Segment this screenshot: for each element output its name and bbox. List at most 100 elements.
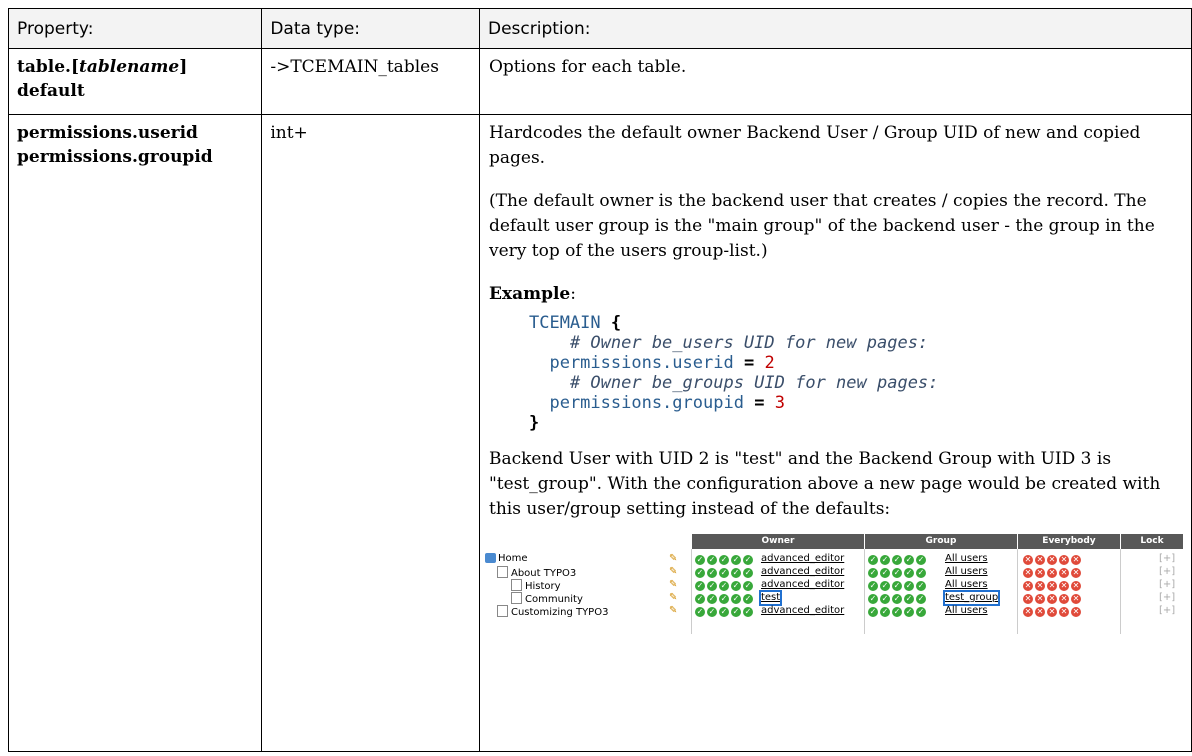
check-icon[interactable]: ✓ <box>706 581 717 591</box>
check-icon[interactable]: ✓ <box>742 555 753 565</box>
edit-pencil-icon[interactable]: ✎ <box>669 592 677 604</box>
check-icon[interactable]: ✓ <box>694 568 705 578</box>
edit-pencil-icon[interactable]: ✎ <box>669 566 677 578</box>
owner-link[interactable]: advanced_editor <box>761 579 844 591</box>
cross-icon[interactable]: ✕ <box>1058 581 1069 591</box>
owner-permissions[interactable]: ✓ ✓ ✓ ✓ ✓ <box>694 566 755 578</box>
cross-icon[interactable]: ✕ <box>1022 594 1033 604</box>
cross-icon[interactable]: ✕ <box>1070 581 1081 591</box>
lock-toggle[interactable]: [+] <box>1159 566 1175 578</box>
cross-icon[interactable]: ✕ <box>1058 568 1069 578</box>
check-icon[interactable]: ✓ <box>903 555 914 565</box>
check-icon[interactable]: ✓ <box>706 568 717 578</box>
everybody-permissions[interactable]: ✕ ✕ ✕ ✕ ✕ <box>1022 592 1083 604</box>
page-title[interactable]: Home <box>484 553 528 565</box>
check-icon[interactable]: ✓ <box>742 568 753 578</box>
check-icon[interactable]: ✓ <box>891 568 902 578</box>
group-link[interactable]: test_group <box>942 590 1001 606</box>
check-icon[interactable]: ✓ <box>742 607 753 617</box>
group-permissions[interactable]: ✓ ✓ ✓ ✓ ✓ <box>867 579 928 591</box>
edit-pencil-icon[interactable]: ✎ <box>669 553 677 565</box>
lock-toggle[interactable]: [+] <box>1159 592 1175 604</box>
everybody-permissions[interactable]: ✕ ✕ ✕ ✕ ✕ <box>1022 605 1083 617</box>
check-icon[interactable]: ✓ <box>879 568 890 578</box>
check-icon[interactable]: ✓ <box>903 594 914 604</box>
check-icon[interactable]: ✓ <box>694 607 705 617</box>
check-icon[interactable]: ✓ <box>915 594 926 604</box>
group-permissions[interactable]: ✓ ✓ ✓ ✓ ✓ <box>867 553 928 565</box>
page-title[interactable]: History <box>510 579 561 593</box>
cross-icon[interactable]: ✕ <box>1058 607 1069 617</box>
cross-icon[interactable]: ✕ <box>1022 555 1033 565</box>
group-permissions[interactable]: ✓ ✓ ✓ ✓ ✓ <box>867 605 928 617</box>
check-icon[interactable]: ✓ <box>706 555 717 565</box>
check-icon[interactable]: ✓ <box>867 555 878 565</box>
everybody-permissions[interactable]: ✕ ✕ ✕ ✕ ✕ <box>1022 579 1083 591</box>
cross-icon[interactable]: ✕ <box>1070 555 1081 565</box>
check-icon[interactable]: ✓ <box>730 568 741 578</box>
cross-icon[interactable]: ✕ <box>1034 581 1045 591</box>
cross-icon[interactable]: ✕ <box>1070 607 1081 617</box>
owner-link[interactable]: advanced_editor <box>761 605 844 617</box>
check-icon[interactable]: ✓ <box>718 594 729 604</box>
cross-icon[interactable]: ✕ <box>1046 555 1057 565</box>
everybody-permissions[interactable]: ✕ ✕ ✕ ✕ ✕ <box>1022 553 1083 565</box>
cross-icon[interactable]: ✕ <box>1034 555 1045 565</box>
check-icon[interactable]: ✓ <box>706 594 717 604</box>
check-icon[interactable]: ✓ <box>891 581 902 591</box>
lock-toggle[interactable]: [+] <box>1159 553 1175 565</box>
cross-icon[interactable]: ✕ <box>1022 568 1033 578</box>
cross-icon[interactable]: ✕ <box>1034 568 1045 578</box>
check-icon[interactable]: ✓ <box>706 607 717 617</box>
check-icon[interactable]: ✓ <box>903 581 914 591</box>
check-icon[interactable]: ✓ <box>915 568 926 578</box>
cross-icon[interactable]: ✕ <box>1070 568 1081 578</box>
owner-permissions[interactable]: ✓ ✓ ✓ ✓ ✓ <box>694 553 755 565</box>
lock-toggle[interactable]: [+] <box>1159 579 1175 591</box>
check-icon[interactable]: ✓ <box>694 555 705 565</box>
check-icon[interactable]: ✓ <box>730 555 741 565</box>
owner-link[interactable]: test <box>758 590 783 606</box>
check-icon[interactable]: ✓ <box>718 568 729 578</box>
cross-icon[interactable]: ✕ <box>1058 594 1069 604</box>
cross-icon[interactable]: ✕ <box>1046 568 1057 578</box>
check-icon[interactable]: ✓ <box>867 594 878 604</box>
owner-permissions[interactable]: ✓ ✓ ✓ ✓ ✓ <box>694 592 755 604</box>
cross-icon[interactable]: ✕ <box>1046 581 1057 591</box>
check-icon[interactable]: ✓ <box>730 581 741 591</box>
cross-icon[interactable]: ✕ <box>1034 607 1045 617</box>
cross-icon[interactable]: ✕ <box>1046 594 1057 604</box>
owner-link[interactable]: advanced_editor <box>761 566 844 578</box>
check-icon[interactable]: ✓ <box>891 594 902 604</box>
check-icon[interactable]: ✓ <box>903 568 914 578</box>
check-icon[interactable]: ✓ <box>730 594 741 604</box>
check-icon[interactable]: ✓ <box>915 555 926 565</box>
owner-permissions[interactable]: ✓ ✓ ✓ ✓ ✓ <box>694 605 755 617</box>
check-icon[interactable]: ✓ <box>879 581 890 591</box>
check-icon[interactable]: ✓ <box>879 594 890 604</box>
edit-pencil-icon[interactable]: ✎ <box>669 579 677 591</box>
group-link[interactable]: All users <box>945 566 988 578</box>
group-link[interactable]: All users <box>945 579 988 591</box>
check-icon[interactable]: ✓ <box>718 581 729 591</box>
owner-link[interactable]: advanced_editor <box>761 553 844 565</box>
group-permissions[interactable]: ✓ ✓ ✓ ✓ ✓ <box>867 566 928 578</box>
check-icon[interactable]: ✓ <box>891 555 902 565</box>
check-icon[interactable]: ✓ <box>718 555 729 565</box>
page-title[interactable]: Customizing TYPO3 <box>496 605 608 619</box>
cross-icon[interactable]: ✕ <box>1034 594 1045 604</box>
check-icon[interactable]: ✓ <box>730 607 741 617</box>
check-icon[interactable]: ✓ <box>867 581 878 591</box>
page-title[interactable]: Community <box>510 592 583 606</box>
cross-icon[interactable]: ✕ <box>1058 555 1069 565</box>
check-icon[interactable]: ✓ <box>915 607 926 617</box>
check-icon[interactable]: ✓ <box>694 594 705 604</box>
check-icon[interactable]: ✓ <box>718 607 729 617</box>
cross-icon[interactable]: ✕ <box>1070 594 1081 604</box>
check-icon[interactable]: ✓ <box>694 581 705 591</box>
check-icon[interactable]: ✓ <box>867 568 878 578</box>
cross-icon[interactable]: ✕ <box>1022 581 1033 591</box>
cross-icon[interactable]: ✕ <box>1022 607 1033 617</box>
group-link[interactable]: All users <box>945 605 988 617</box>
check-icon[interactable]: ✓ <box>879 555 890 565</box>
